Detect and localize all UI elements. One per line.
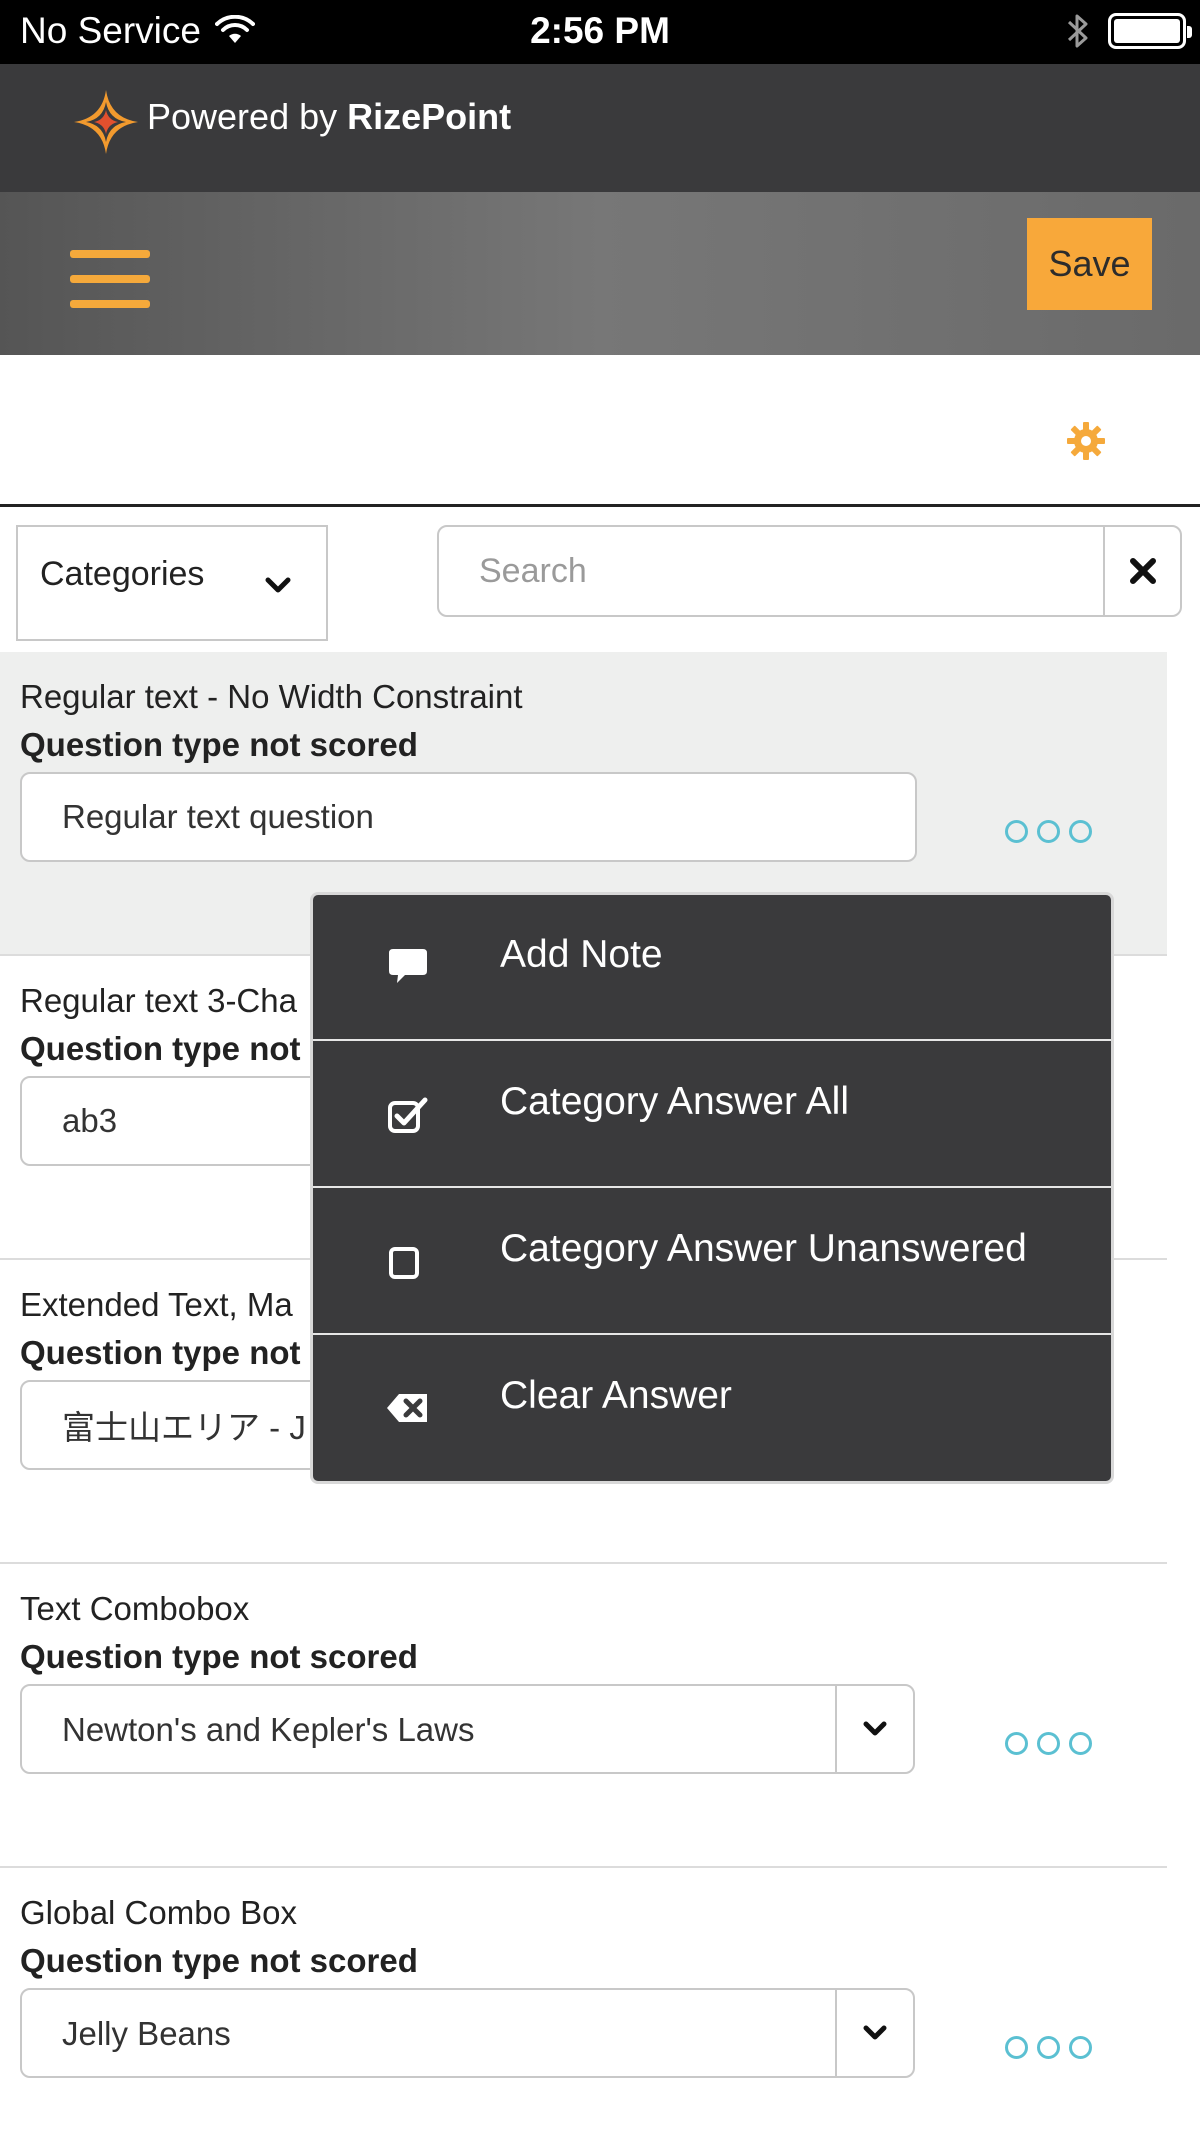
combobox-value: Jelly Beans <box>62 2015 231 2052</box>
battery-icon <box>1108 13 1192 49</box>
clear-search-button[interactable] <box>1103 525 1182 617</box>
status-bar: No Service 2:56 PM <box>0 0 1200 64</box>
chevron-down-icon <box>265 577 291 593</box>
speech-bubble-icon <box>389 949 427 983</box>
menu-item-label: Category Answer All <box>500 1080 850 1123</box>
clock: 2:56 PM <box>530 10 670 51</box>
menu-item-label: Clear Answer <box>500 1374 732 1417</box>
settings-strip <box>0 355 1200 507</box>
menu-hamburger-icon[interactable] <box>70 250 150 308</box>
question-combobox[interactable]: Jelly Beans <box>20 1988 915 2078</box>
bluetooth-icon <box>1067 14 1088 48</box>
question-subtitle: Question type not <box>20 1030 301 1067</box>
status-right <box>1066 10 1192 52</box>
toolbar: Save <box>0 192 1200 355</box>
more-options-icon[interactable] <box>1005 820 1092 843</box>
categories-label: Categories <box>40 555 205 593</box>
categories-dropdown[interactable]: Categories <box>16 525 328 641</box>
backspace-icon <box>387 1394 427 1422</box>
checked-box-icon <box>388 1097 428 1133</box>
close-icon <box>1129 558 1156 584</box>
menu-item-label: Category Answer Unanswered <box>500 1227 1027 1270</box>
context-menu: Add Note Category Answer All Category An… <box>310 892 1114 1484</box>
brand-prefix: Powered by <box>147 96 338 137</box>
question-subtitle: Question type not <box>20 1334 301 1371</box>
menu-item-add-note[interactable]: Add Note <box>313 895 1111 1041</box>
question-answer-input[interactable] <box>20 772 917 862</box>
brand-name: RizePoint <box>347 96 512 137</box>
question-item: Text Combobox Question type not scored N… <box>0 1564 1167 1868</box>
search-input[interactable] <box>437 525 1105 617</box>
brand-text: Powered by RizePoint <box>147 96 511 138</box>
question-subtitle: Question type not scored <box>20 1638 418 1675</box>
empty-box-icon <box>389 1247 419 1279</box>
app-screen: No Service 2:56 PM Powered by RizePoint <box>0 0 1200 2134</box>
menu-item-clear-answer[interactable]: Clear Answer <box>313 1336 1111 1481</box>
menu-item-category-answer-unanswered[interactable]: Category Answer Unanswered <box>313 1189 1111 1335</box>
menu-item-label: Add Note <box>500 933 663 976</box>
chevron-down-icon <box>863 1721 887 1736</box>
combobox-toggle-button[interactable] <box>835 1686 913 1772</box>
more-options-icon[interactable] <box>1005 2036 1092 2059</box>
chevron-down-icon <box>863 2025 887 2040</box>
question-subtitle: Question type not scored <box>20 726 418 763</box>
question-combobox[interactable]: Newton's and Kepler's Laws <box>20 1684 915 1774</box>
question-subtitle: Question type not scored <box>20 1942 418 1979</box>
menu-item-category-answer-all[interactable]: Category Answer All <box>313 1042 1111 1188</box>
save-button[interactable]: Save <box>1027 218 1152 310</box>
question-title: Regular text 3-Cha <box>20 982 297 1019</box>
question-item: Global Combo Box Question type not score… <box>0 1868 1167 2134</box>
combobox-toggle-button[interactable] <box>835 1990 913 2076</box>
rizepoint-logo-icon <box>74 90 138 154</box>
more-options-icon[interactable] <box>1005 1732 1092 1755</box>
question-title: Global Combo Box <box>20 1894 297 1931</box>
brand-bar: Powered by RizePoint <box>0 64 1200 192</box>
gear-icon[interactable] <box>1066 421 1106 461</box>
combobox-value: Newton's and Kepler's Laws <box>62 1711 475 1748</box>
question-title: Text Combobox <box>20 1590 250 1627</box>
question-title: Extended Text, Ma <box>20 1286 293 1323</box>
question-title: Regular text - No Width Constraint <box>20 678 523 715</box>
